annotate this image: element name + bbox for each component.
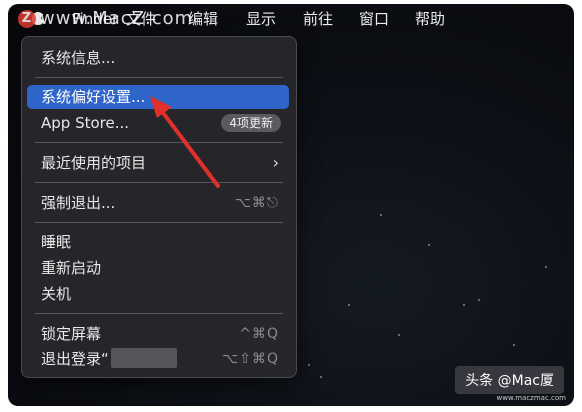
attribution-label: 头条 @Mac厦: [455, 366, 564, 394]
desktop-background: Finder 文件 编辑 显示 前往 窗口 帮助 Zwww.MacZ.com 系…: [8, 4, 574, 406]
attribution-url: www.maczmac.com: [496, 394, 566, 402]
annotation-arrow-icon: [150, 96, 220, 188]
